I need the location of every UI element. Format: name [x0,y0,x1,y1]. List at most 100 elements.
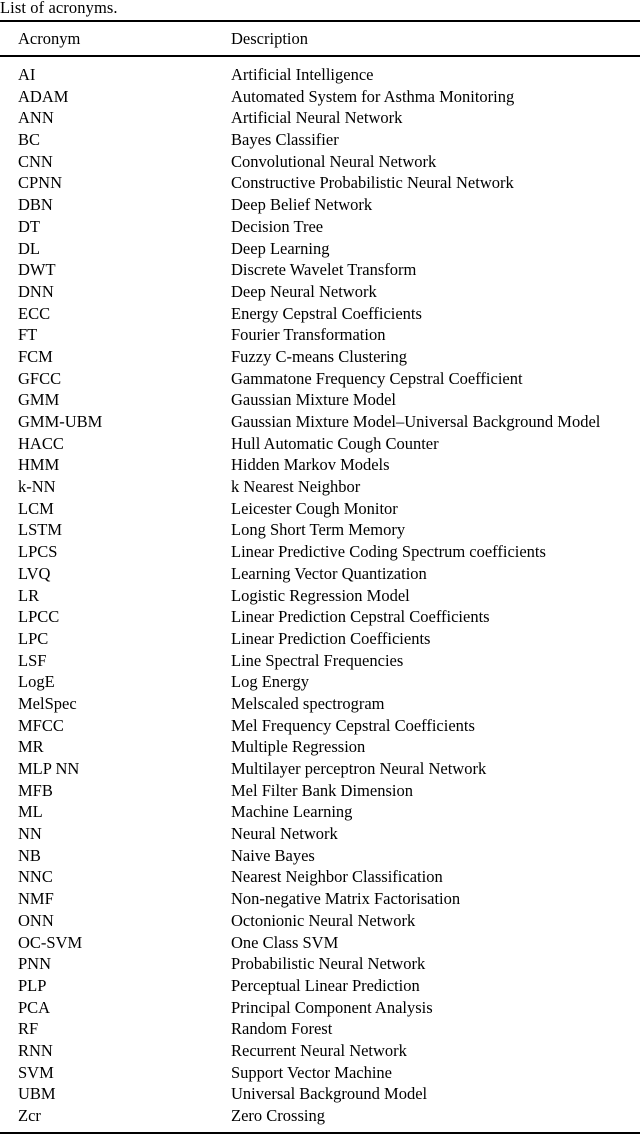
cell-acronym: MFB [18,780,53,800]
cell-description: Leicester Cough Monitor [231,498,398,518]
table-row: MFB Mel Filter Bank Dimension [0,780,640,802]
table-row: LPC Linear Prediction Coefficients [0,628,640,650]
column-header-description: Description [231,29,308,48]
table-row: HACC Hull Automatic Cough Counter [0,433,640,455]
cell-acronym: LVQ [18,563,51,583]
cell-description: Mel Frequency Cepstral Coefficients [231,715,475,735]
table-row: FCM Fuzzy C-means Clustering [0,346,640,368]
cell-acronym: LCM [18,498,54,518]
cell-acronym: ONN [18,910,54,930]
cell-description: Linear Predictive Coding Spectrum coeffi… [231,542,546,562]
cell-acronym: NMF [18,889,54,909]
cell-description: Line Spectral Frequencies [231,650,404,670]
cell-description: Zero Crossing [231,1106,325,1125]
acronyms-table: Acronym Description AI Artificial Intelli… [0,20,640,1134]
cell-acronym: MLP NN [18,759,80,778]
cell-description: Convolutional Neural Network [231,151,437,171]
table-row: SVM Support Vector Machine [0,1062,640,1084]
table-row: PNN Probabilistic Neural Network [0,953,640,975]
table-row: ADAM Automated System for Asthma Monitori… [0,86,640,108]
table-bottom-rule [0,1131,640,1134]
cell-description: Perceptual Linear Prediction [231,975,420,995]
table-row: MFCC Mel Frequency Cepstral Coefficients [0,715,640,737]
cell-description: Naive Bayes [231,845,315,865]
cell-acronym: BC [18,130,41,150]
cell-acronym: AI [18,65,36,84]
cell-acronym: CNN [18,151,53,171]
cell-acronym: LPCC [18,607,60,627]
table-row: MLP NN Multilayer perceptron Neural Netwo… [0,758,640,780]
cell-description: Decision Tree [231,216,324,236]
cell-description: Hull Automatic Cough Counter [231,433,439,453]
cell-description: Octonionic Neural Network [231,910,416,930]
cell-acronym: MFCC [18,715,64,735]
cell-description: Fourier Transformation [231,325,386,345]
cell-description: One Class SVM [231,932,339,952]
table-row: OC-SVM One Class SVM [0,932,640,954]
cell-acronym: LPCS [18,542,58,562]
table-row: NN Neural Network [0,823,640,845]
cell-description: Principal Component Analysis [231,997,433,1017]
table-row: GFCC Gammatone Frequency Cepstral Coeffic… [0,368,640,390]
cell-description: Gaussian Mixture Model–Universal Backgro… [231,412,601,431]
cell-description: Machine Learning [231,802,353,822]
cell-acronym: NN [18,824,42,844]
cell-acronym: GFCC [18,368,62,388]
cell-acronym: UBM [18,1084,56,1104]
cell-acronym: k-NN [18,477,56,497]
cell-acronym: RNN [18,1040,53,1060]
cell-acronym: PLP [18,975,47,995]
cell-description: Universal Background Model [231,1084,428,1104]
cell-acronym: GMM-UBM [18,412,103,431]
cell-description: Energy Cepstral Coefficients [231,303,422,323]
table-row: PCA Principal Component Analysis [0,997,640,1019]
cell-description: Deep Neural Network [231,281,377,301]
document-page: List of acronyms. Acronym Description AI… [0,0,640,1137]
cell-acronym: MR [18,737,44,757]
cell-description: Artificial Neural Network [231,108,403,128]
table-row: GMM-UBM Gaussian Mixture Model–Universal … [0,411,640,433]
cell-description: Bayes Classifier [231,130,339,150]
cell-acronym: GMM [18,390,60,410]
cell-description: Log Energy [231,672,310,692]
table-row: FT Fourier Transformation [0,324,640,346]
table-row: LPCC Linear Prediction Cepstral Coefficie… [0,606,640,628]
table-row: DBN Deep Belief Network [0,194,640,216]
table-row: NB Naive Bayes [0,845,640,867]
cell-acronym: NB [18,845,41,865]
table-row: LPCS Linear Predictive Coding Spectrum co… [0,541,640,563]
cell-description: Automated System for Asthma Monitoring [231,86,515,106]
cell-description: Deep Learning [231,238,330,258]
cell-description: Fuzzy C-means Clustering [231,346,407,366]
table-row: RF Random Forest [0,1018,640,1040]
cell-acronym: Zcr [18,1106,41,1125]
table-row: DT Decision Tree [0,216,640,238]
cell-acronym: LPC [18,628,49,648]
table-row: BC Bayes Classifier [0,129,640,151]
cell-acronym: HMM [18,455,60,475]
table-row: LR Logistic Regression Model [0,585,640,607]
cell-acronym: CPNN [18,173,63,193]
cell-acronym: ANN [18,108,54,128]
cell-description: Multiple Regression [231,737,366,757]
cell-description: Discrete Wavelet Transform [231,260,417,280]
cell-description: Support Vector Machine [231,1062,392,1082]
cell-description: Multilayer perceptron Neural Network [231,759,487,778]
cell-description: Constructive Probabilistic Neural Networ… [231,173,514,193]
table-body: AI Artificial Intelligence ADAM Automated S… [0,57,640,1127]
table-row: LSTM Long Short Term Memory [0,519,640,541]
cell-description: Hidden Markov Models [231,455,390,475]
cell-acronym: ML [18,802,43,822]
cell-acronym: SVM [18,1062,54,1082]
cell-acronym: LogE [18,672,55,692]
table-row: LCM Leicester Cough Monitor [0,498,640,520]
cell-acronym: FCM [18,346,53,366]
cell-acronym: MelSpec [18,693,77,713]
cell-description: Deep Belief Network [231,195,373,215]
table-row: HMM Hidden Markov Models [0,454,640,476]
cell-acronym: ADAM [18,86,69,106]
cell-description: Linear Prediction Cepstral Coefficients [231,607,490,627]
cell-acronym: DNN [18,281,54,301]
table-row: AI Artificial Intelligence [0,64,640,86]
table-caption: List of acronyms. [0,0,118,17]
